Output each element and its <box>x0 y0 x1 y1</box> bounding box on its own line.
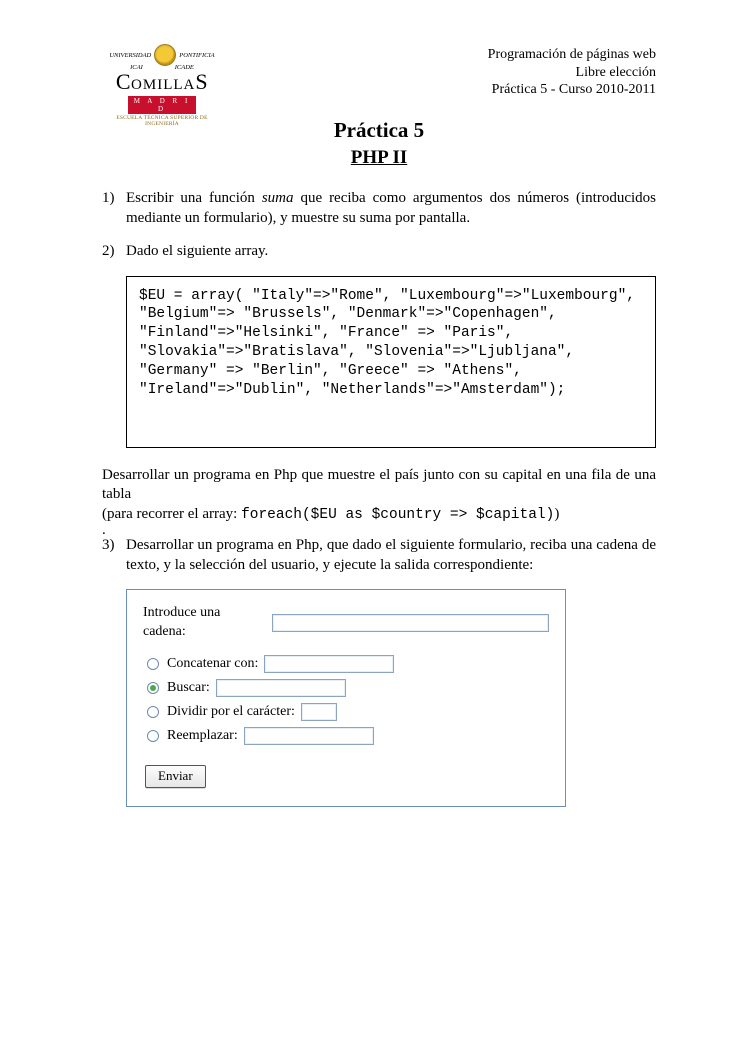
header-line3: Práctica 5 - Curso 2010-2011 <box>488 81 656 99</box>
logo-seal-icon <box>154 44 176 66</box>
form-opt2-row: Buscar: <box>143 679 549 697</box>
question-2: 2) Dado el siguiente array. <box>102 242 656 262</box>
opt4-label: Reemplazar: <box>167 727 238 745</box>
q2-body: Dado el siguiente array. <box>126 242 656 262</box>
form-intro-label: Introduce una cadena: <box>143 604 266 640</box>
radio-dividir[interactable] <box>147 706 159 718</box>
header-line1: Programación de páginas web <box>488 46 656 64</box>
q3-number: 3) <box>102 536 126 575</box>
concatenar-input[interactable] <box>264 655 394 673</box>
form-screenshot: Introduce una cadena: Concatenar con: Bu… <box>126 589 566 807</box>
form-opt3-row: Dividir por el carácter: <box>143 703 549 721</box>
para2-code: foreach($EU as $country => $capital) <box>241 507 554 523</box>
question-3: 3) Desarrollar un programa en Php, que d… <box>102 536 656 575</box>
university-logo: UNIVERSIDAD PONTIFICIA ICAI ICADE C OMIL… <box>102 44 222 104</box>
radio-reemplazar[interactable] <box>147 730 159 742</box>
opt1-label: Concatenar con: <box>167 655 258 673</box>
form-opt4-row: Reemplazar: <box>143 727 549 745</box>
content-body: 1) Escribir una función suma que reciba … <box>102 189 656 807</box>
radio-concatenar[interactable] <box>147 658 159 670</box>
cadena-input[interactable] <box>272 614 550 632</box>
q3-body: Desarrollar un programa en Php, que dado… <box>126 536 656 575</box>
logo-arc-right: PONTIFICIA <box>179 52 214 59</box>
header-line2: Libre elección <box>488 64 656 82</box>
logo-arc-left: UNIVERSIDAD <box>109 52 151 59</box>
reemplazar-input[interactable] <box>244 727 374 745</box>
logo-icai: ICAI <box>130 64 143 71</box>
q2-number: 2) <box>102 242 126 262</box>
form-opt1-row: Concatenar con: <box>143 655 549 673</box>
logo-madrid: M A D R I D <box>128 96 196 114</box>
code-block: $EU = array( "Italy"=>"Rome", "Luxembour… <box>126 276 656 448</box>
q1-pre: Escribir una función <box>126 190 262 206</box>
paragraph-develop: Desarrollar un programa en Php que muest… <box>102 466 656 505</box>
opt2-label: Buscar: <box>167 679 210 697</box>
question-1: 1) Escribir una función suma que reciba … <box>102 189 656 228</box>
radio-buscar[interactable] <box>147 682 159 694</box>
enviar-button[interactable]: Enviar <box>145 765 206 788</box>
form-intro-row: Introduce una cadena: <box>143 604 549 640</box>
logo-name-c: C <box>116 69 131 95</box>
paragraph-foreach: (para recorrer el array: foreach($EU as … <box>102 505 656 525</box>
q1-em: suma <box>262 190 294 206</box>
q1-number: 1) <box>102 189 126 228</box>
buscar-input[interactable] <box>216 679 346 697</box>
logo-subtitle: ESCUELA TÉCNICA SUPERIOR DE INGENIERÍA <box>102 115 222 127</box>
opt3-label: Dividir por el carácter: <box>167 703 295 721</box>
para2-post: ) <box>554 506 559 522</box>
para2-pre: (para recorrer el array: <box>102 506 241 522</box>
dividir-input[interactable] <box>301 703 337 721</box>
logo-name-mid: OMILLA <box>131 77 195 94</box>
q1-body: Escribir una función suma que reciba com… <box>126 189 656 228</box>
page-subtitle: PHP II <box>102 147 656 169</box>
lone-dot: . <box>102 524 656 536</box>
logo-icade: ICADE <box>175 64 194 71</box>
logo-name-s: S <box>195 69 208 95</box>
header-info: Programación de páginas web Libre elecci… <box>488 44 656 99</box>
page-header: UNIVERSIDAD PONTIFICIA ICAI ICADE C OMIL… <box>102 44 656 104</box>
